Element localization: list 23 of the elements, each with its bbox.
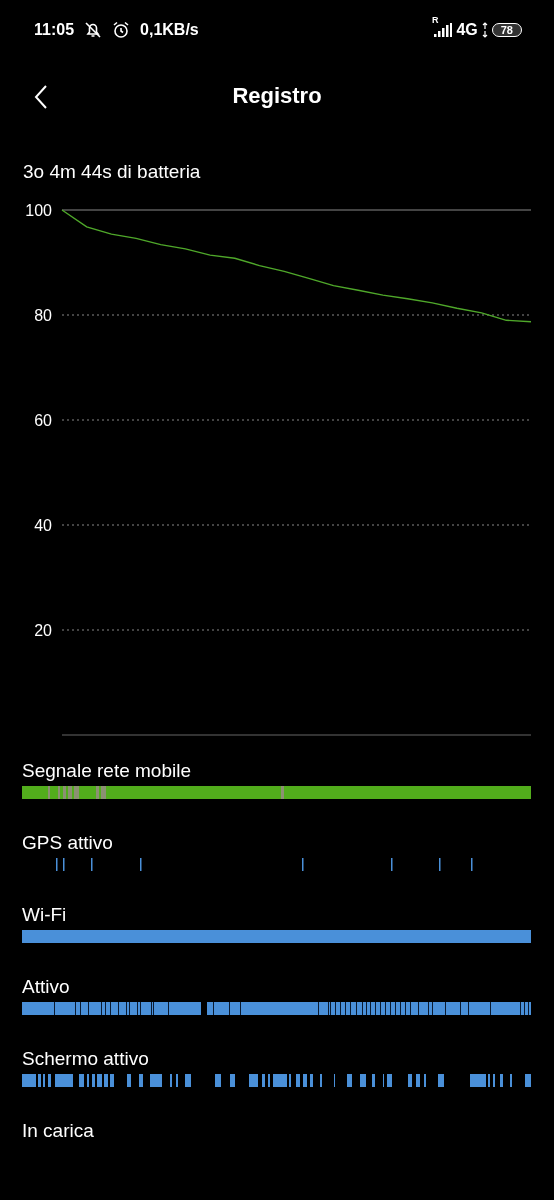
page-title: Registro [232,83,322,109]
clock: 11:05 [34,21,75,39]
data-arrows-icon [481,22,488,38]
timeline-label: Schermo attivo [22,1048,150,1071]
alarm-clock-icon [112,21,131,39]
network-speed: 0,1KB/s [140,21,199,39]
battery-duration: 3o 4m 44s di batteria [22,161,202,183]
axis-tick-label: 80 [34,307,52,324]
battery-indicator: 78 [491,23,522,37]
network-type: 4G [456,21,478,39]
roaming-indicator: R [431,15,439,25]
signal-icon [434,23,453,37]
axis-tick-label: 60 [34,412,52,429]
axis-tick-label: 20 [34,622,52,639]
timeline-label: In carica [22,1120,95,1143]
timeline-label: Segnale rete mobile [22,760,192,783]
timeline-label: Wi-Fi [22,904,68,927]
timeline-label: Attivo [22,976,71,999]
back-icon[interactable] [34,85,48,109]
timeline-label: GPS attivo [22,832,114,855]
axis-tick-label: 100 [25,202,52,219]
axis-tick-label: 40 [34,517,52,534]
muted-bell-icon [84,21,103,39]
